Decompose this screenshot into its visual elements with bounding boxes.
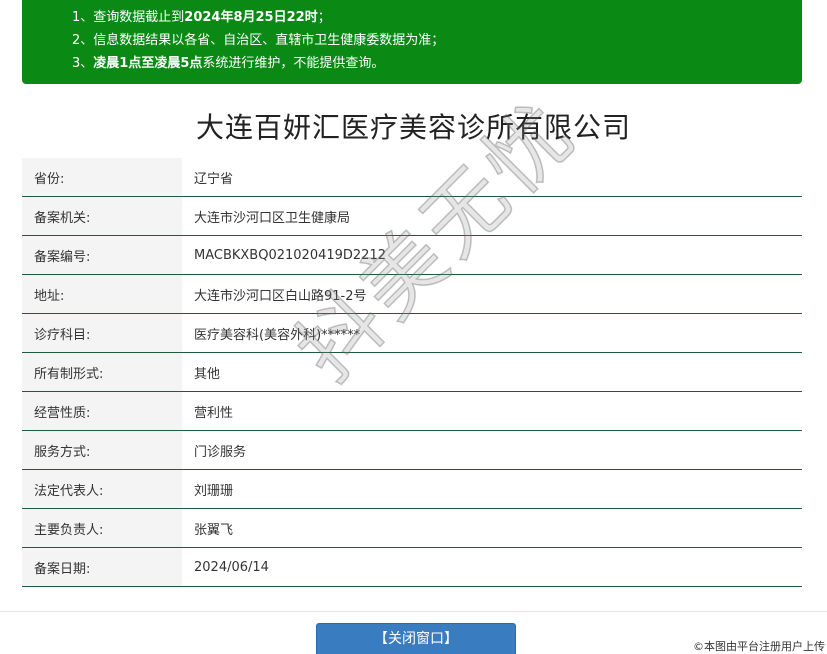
notice-maintenance-window: 凌晨1点至凌晨5点 — [93, 56, 203, 71]
field-label: 法定代表人: — [22, 469, 182, 509]
field-value: 营利性 — [182, 391, 802, 431]
field-value: 辽宁省 — [182, 158, 802, 197]
notice-line-1-end: ； — [317, 10, 331, 25]
table-row: 备案编号: MACBKXBQ021020419D2212 — [22, 235, 802, 275]
footer-divider — [0, 611, 827, 612]
table-row: 省份: 辽宁省 — [22, 158, 802, 197]
field-value: 大连市沙河口区卫生健康局 — [182, 196, 802, 236]
field-value: 医疗美容科(美容外科)****** — [182, 313, 802, 353]
field-label: 省份: — [22, 158, 182, 197]
notice-line-3-text: 系统进行维护，不能提供查询。 — [202, 56, 385, 71]
field-label: 主要负责人: — [22, 508, 182, 548]
field-value: 张翼飞 — [182, 508, 802, 548]
table-row: 备案日期: 2024/06/14 — [22, 547, 802, 587]
record-table: 省份: 辽宁省 备案机关: 大连市沙河口区卫生健康局 备案编号: MACBKXB… — [22, 158, 802, 587]
field-label: 所有制形式: — [22, 352, 182, 392]
table-row: 地址: 大连市沙河口区白山路91-2号 — [22, 274, 802, 314]
field-label: 服务方式: — [22, 430, 182, 470]
notice-line-1-text: 1、查询数据截止到 — [72, 10, 185, 25]
field-value: MACBKXBQ021020419D2212 — [182, 235, 802, 275]
notice-cutoff-time: 2024年8月25日22时 — [184, 10, 318, 25]
notice-line-3-number: 3、 — [72, 56, 94, 71]
field-label: 诊疗科目: — [22, 313, 182, 353]
notice-line-2: 2、信息数据结果以各省、自治区、直辖市卫生健康委数据为准； — [72, 33, 445, 48]
table-row: 法定代表人: 刘珊珊 — [22, 469, 802, 509]
field-value: 其他 — [182, 352, 802, 392]
notice-line-3: 3、凌晨1点至凌晨5点系统进行维护，不能提供查询。 — [22, 52, 802, 75]
upload-credit: ©本图由平台注册用户上传 — [691, 638, 827, 654]
page-title: 大连百妍汇医疗美容诊所有限公司 — [195, 111, 631, 144]
field-value: 大连市沙河口区白山路91-2号 — [182, 274, 802, 314]
field-label: 地址: — [22, 274, 182, 314]
table-row: 诊疗科目: 医疗美容科(美容外科)****** — [22, 313, 802, 353]
field-value: 刘珊珊 — [182, 469, 802, 509]
table-row: 经营性质: 营利性 — [22, 391, 802, 431]
close-window-button[interactable]: 【关闭窗口】 — [316, 623, 516, 654]
table-row: 主要负责人: 张翼飞 — [22, 508, 802, 548]
notice-banner: 1、查询数据截止到2024年8月25日22时； 2、信息数据结果以各省、自治区、… — [22, 0, 802, 84]
table-row: 所有制形式: 其他 — [22, 352, 802, 392]
field-label: 经营性质: — [22, 391, 182, 431]
field-label: 备案机关: — [22, 196, 182, 236]
field-value: 2024/06/14 — [182, 547, 802, 587]
record-page: 1、查询数据截止到2024年8月25日22时； 2、信息数据结果以各省、自治区、… — [0, 0, 827, 654]
field-label: 备案编号: — [22, 235, 182, 275]
notice-line-1: 1、查询数据截止到2024年8月25日22时； — [22, 6, 802, 29]
field-value: 门诊服务 — [182, 430, 802, 470]
field-label: 备案日期: — [22, 547, 182, 587]
table-row: 服务方式: 门诊服务 — [22, 430, 802, 470]
table-row: 备案机关: 大连市沙河口区卫生健康局 — [22, 196, 802, 236]
